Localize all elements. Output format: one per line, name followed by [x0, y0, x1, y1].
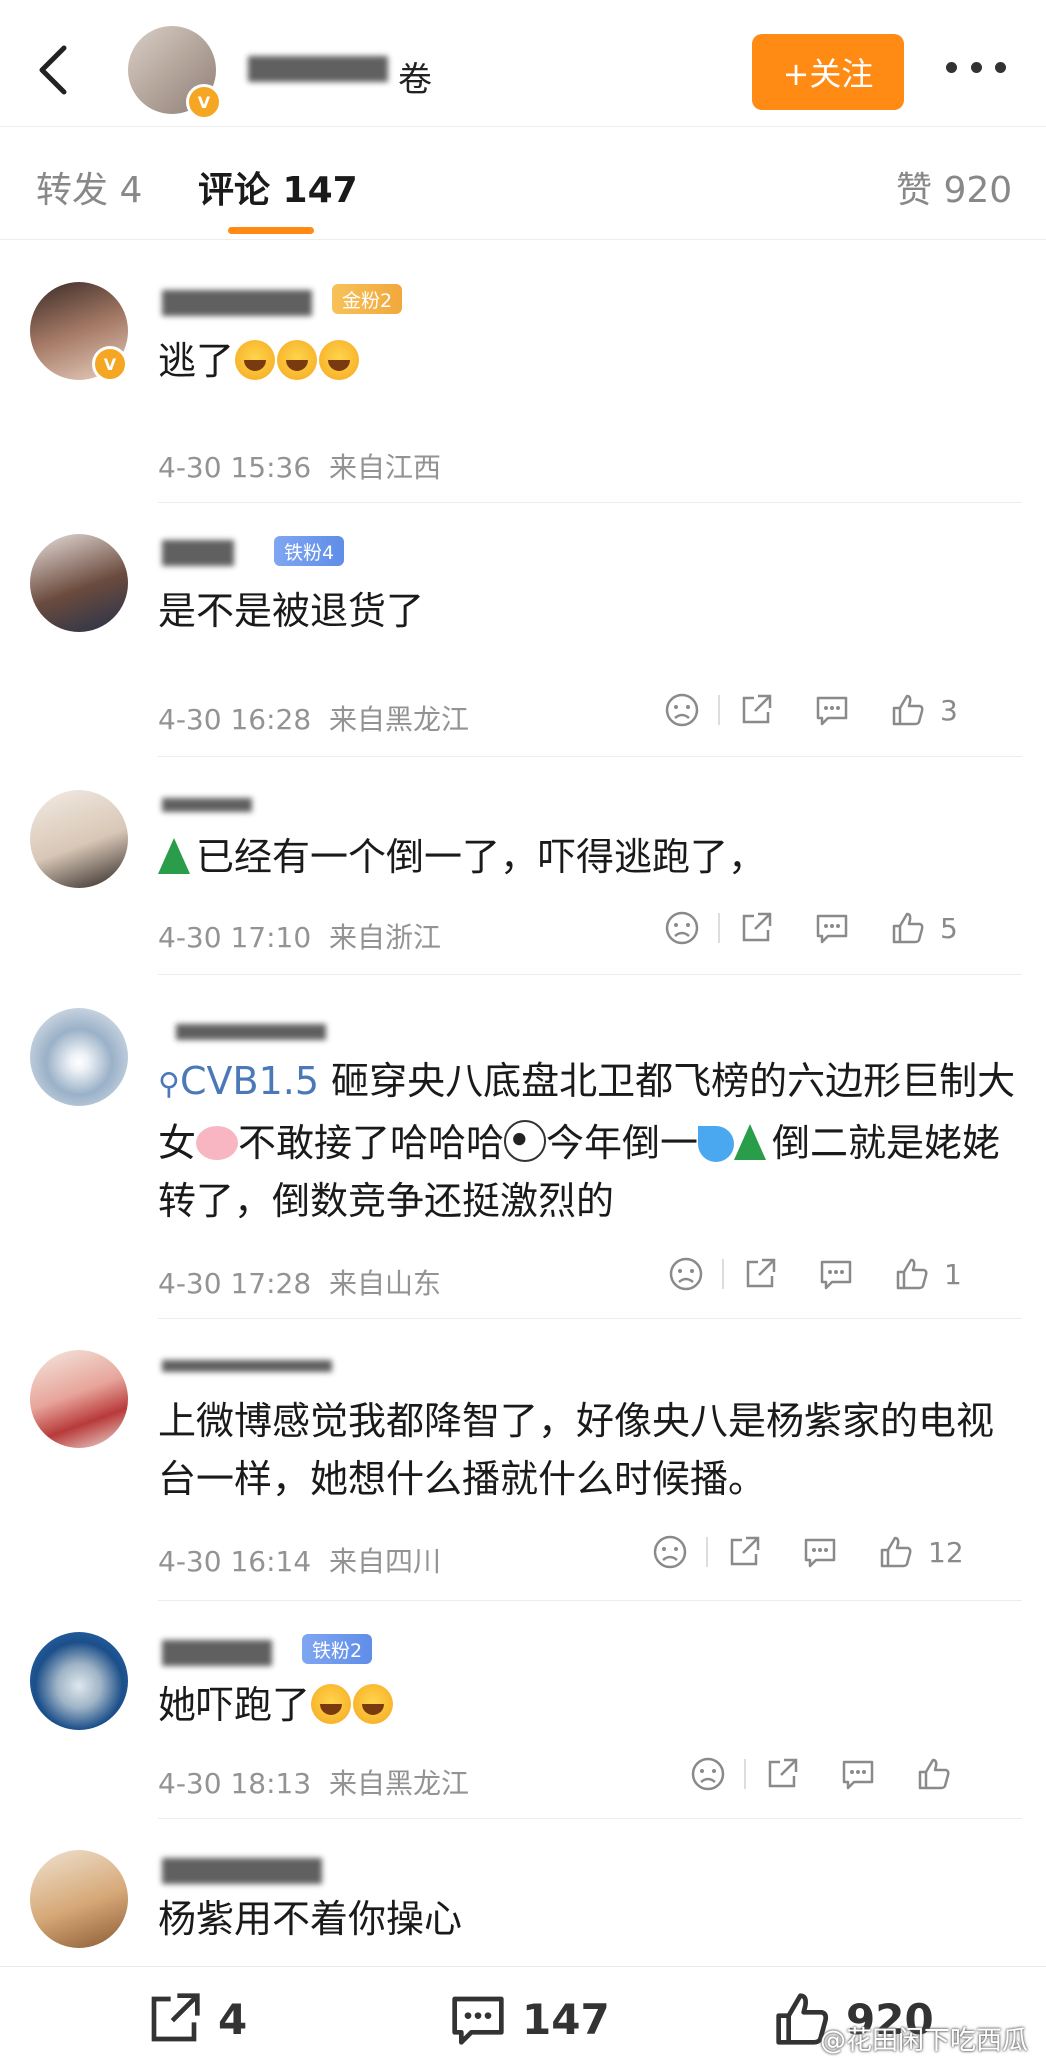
like-button[interactable]: [916, 1756, 952, 1792]
author-name-tail: 卷: [398, 60, 432, 100]
sweat-drops-emoji-icon: [698, 1126, 735, 1162]
share-icon[interactable]: [738, 910, 774, 946]
laugh-cry-emoji-icon: [235, 340, 276, 380]
divider: [158, 756, 1022, 757]
tree-emoji-icon: [158, 838, 190, 874]
like-button[interactable]: 3: [890, 692, 958, 728]
thumbs-up-icon: [880, 1536, 912, 1568]
commenter-name-redacted: [162, 290, 312, 316]
share-icon[interactable]: [742, 1256, 778, 1292]
reply-icon[interactable]: [802, 1534, 838, 1570]
comment-icon: [452, 1996, 504, 2045]
commenter-name-redacted: [162, 798, 252, 812]
comment-meta: 4-30 16:28 来自黑龙江: [158, 703, 469, 736]
thumbs-up-icon: [892, 912, 924, 944]
more-options-icon[interactable]: [946, 52, 1006, 82]
comment-actions: 5: [664, 910, 958, 946]
commenter-avatar[interactable]: [30, 1350, 128, 1448]
comment-text: 逃了: [158, 332, 1018, 390]
comment-text: ⚲CVB1.5 砸穿央八底盘北卫都飞榜的六边形巨制大女 不敢接了哈哈哈 今年倒一 倒二…: [158, 1059, 1016, 1223]
divider: [158, 974, 1022, 975]
commenter-name-redacted: [162, 1640, 272, 1666]
comment-meta: 4-30 17:10 来自浙江: [158, 921, 441, 954]
fan-badge: 金粉2: [332, 284, 403, 314]
share-icon: [151, 1993, 200, 2042]
comment-button[interactable]: 147: [448, 1989, 610, 2049]
dislike-icon[interactable]: [664, 692, 700, 728]
laugh-cry-emoji-icon: [277, 340, 318, 380]
comment-actions: 3: [664, 692, 958, 728]
commenter-avatar[interactable]: [30, 1008, 128, 1106]
dislike-icon[interactable]: [664, 910, 700, 946]
search-icon: ⚲: [158, 1067, 180, 1102]
divider: [158, 1318, 1022, 1319]
like-button[interactable]: 5: [890, 910, 958, 946]
divider: [158, 1818, 1022, 1819]
commenter-name-redacted: [162, 1858, 322, 1884]
tab-bar: 转发 4 评论 147 赞 920: [0, 126, 1046, 240]
active-tab-indicator: [228, 227, 314, 234]
tree-emoji-icon: [734, 1124, 767, 1160]
reply-icon[interactable]: [814, 910, 850, 946]
thumbs-up-icon: [892, 694, 924, 726]
commenter-avatar[interactable]: [30, 1850, 128, 1948]
laugh-cry-emoji-icon: [319, 340, 360, 380]
tab-likes[interactable]: 赞 920: [896, 161, 1012, 213]
comment-text: 已经有一个倒一了，吓得逃跑了，: [158, 828, 1018, 886]
dislike-icon[interactable]: [652, 1534, 688, 1570]
dislike-icon[interactable]: [668, 1256, 704, 1292]
share-icon[interactable]: [764, 1756, 800, 1792]
search-tag-link[interactable]: ⚲CVB1.5: [158, 1059, 319, 1103]
like-button[interactable]: 1: [894, 1256, 962, 1292]
dislike-icon[interactable]: [690, 1756, 726, 1792]
like-button[interactable]: 12: [878, 1534, 964, 1570]
watermark: @花田闲下吃西瓜: [819, 2026, 1028, 2056]
fan-badge: 铁粉2: [302, 1634, 373, 1664]
commenter-name-redacted: [162, 540, 234, 566]
commenter-name-redacted: [176, 1024, 326, 1040]
verified-icon: V: [92, 346, 128, 382]
pig-emoji-icon: [196, 1126, 239, 1160]
share-icon[interactable]: [738, 692, 774, 728]
reply-icon[interactable]: [814, 692, 850, 728]
comment-actions: [690, 1756, 952, 1792]
comment-text: 上微博感觉我都降智了，好像央八是杨紫家的电视台一样，她想什么播就什么时候播。: [158, 1399, 995, 1501]
reply-icon[interactable]: [840, 1756, 876, 1792]
thumbs-up-icon: [896, 1258, 928, 1290]
reply-icon[interactable]: [818, 1256, 854, 1292]
panda-emoji-icon: [504, 1120, 547, 1162]
thumbs-up-icon: [918, 1758, 950, 1790]
comment-actions: 1: [668, 1256, 962, 1292]
top-bar: V 卷 +关注: [0, 0, 1046, 126]
author-name-redacted: [248, 56, 388, 82]
follow-button[interactable]: +关注: [752, 34, 904, 110]
comment-actions: 12: [652, 1534, 964, 1570]
fan-badge: 铁粉4: [274, 536, 345, 566]
divider: [158, 502, 1022, 503]
commenter-avatar[interactable]: [30, 790, 128, 888]
comment-text: 她吓跑了: [158, 1676, 1018, 1734]
comment-text: 是不是被退货了: [158, 589, 425, 633]
back-arrow-icon[interactable]: [30, 40, 80, 100]
comment-meta: 4-30 15:36 来自江西: [158, 451, 441, 484]
verified-icon: V: [186, 84, 222, 120]
comment-meta: 4-30 17:28 来自山东: [158, 1267, 441, 1300]
comment-meta: 4-30 18:13 来自黑龙江: [158, 1767, 469, 1800]
commenter-avatar[interactable]: [30, 534, 128, 632]
laugh-cry-emoji-icon: [353, 1684, 394, 1724]
divider: [158, 1600, 1022, 1601]
share-icon[interactable]: [726, 1534, 762, 1570]
comment-meta: 4-30 16:14 来自四川: [158, 1545, 441, 1578]
laugh-cry-emoji-icon: [311, 1684, 352, 1724]
repost-button[interactable]: 4: [144, 1989, 247, 2049]
commenter-avatar[interactable]: [30, 1632, 128, 1730]
commenter-name-redacted: [162, 1360, 332, 1372]
comment-text: 杨紫用不着你操心: [158, 1897, 463, 1941]
tab-reposts[interactable]: 转发 4: [36, 161, 142, 213]
tab-comments[interactable]: 评论 147: [198, 161, 358, 213]
